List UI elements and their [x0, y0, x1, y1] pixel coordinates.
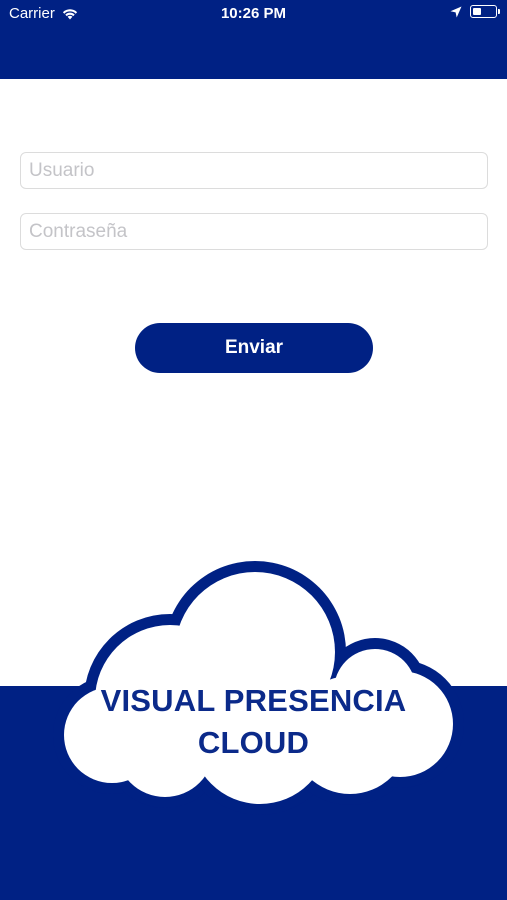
- status-bar: Carrier 10:26 PM: [0, 0, 507, 28]
- status-time: 10:26 PM: [220, 5, 287, 22]
- password-input[interactable]: [20, 213, 488, 250]
- status-right: [450, 5, 500, 18]
- logo-title-line2: CLOUD: [197, 725, 310, 760]
- login-screen: Carrier 10:26 PM Enviar: [0, 0, 507, 900]
- submit-button[interactable]: Enviar: [135, 323, 373, 373]
- location-arrow-icon: [450, 6, 462, 17]
- header-band: Carrier 10:26 PM: [0, 0, 507, 79]
- battery-icon: [470, 5, 500, 18]
- username-input[interactable]: [20, 152, 488, 189]
- logo-title-line1: VISUAL PRESENCIA: [100, 683, 407, 718]
